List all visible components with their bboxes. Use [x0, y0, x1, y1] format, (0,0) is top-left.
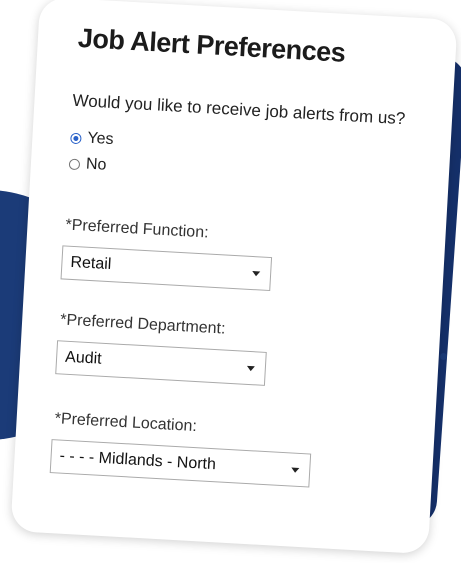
department-label: *Preferred Department:	[59, 311, 226, 338]
card-title: Job Alert Preferences	[77, 22, 347, 68]
dot	[440, 353, 447, 360]
location-select[interactable]: - - - - Midlands - North	[49, 439, 312, 488]
radio-yes[interactable]	[70, 132, 82, 144]
radio-option-yes[interactable]: Yes	[70, 129, 114, 149]
function-label: *Preferred Function:	[65, 216, 209, 242]
chevron-down-icon	[252, 270, 261, 276]
function-value: Retail	[70, 253, 112, 274]
department-value: Audit	[64, 348, 103, 368]
department-select[interactable]: Audit	[55, 340, 267, 386]
radio-no[interactable]	[68, 158, 81, 170]
scene: ly s s. Job Alert Preferences Would you …	[0, 0, 461, 563]
radio-yes-label: Yes	[86, 129, 114, 149]
radio-no-label: No	[85, 155, 107, 174]
radio-option-no[interactable]: No	[68, 155, 107, 175]
job-alert-card: Job Alert Preferences Would you like to …	[10, 0, 458, 555]
chevron-down-icon	[291, 467, 300, 473]
alerts-question: Would you like to receive job alerts fro…	[72, 90, 406, 129]
function-select[interactable]: Retail	[60, 245, 273, 292]
location-value: - - - - Midlands - North	[59, 447, 217, 474]
location-label: *Preferred Location:	[54, 410, 198, 436]
chevron-down-icon	[246, 365, 255, 371]
